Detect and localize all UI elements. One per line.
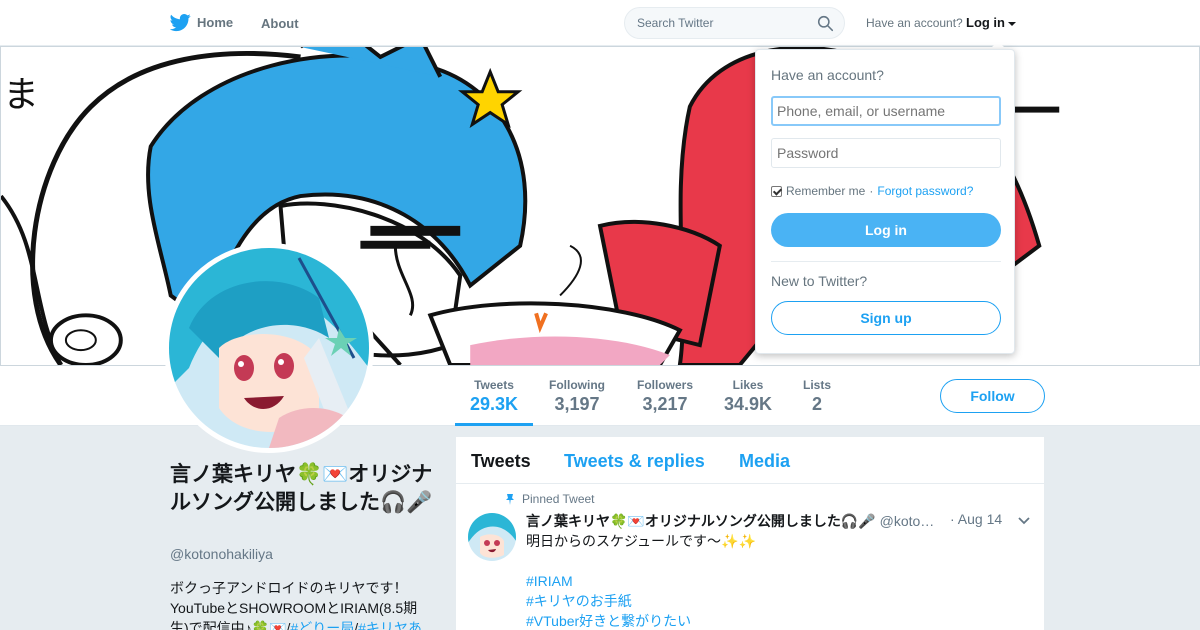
tweet-author-name[interactable]: 言ノ葉キリヤ🍀💌オリジナルソング公開しました🎧🎤	[526, 513, 876, 529]
profile-display-name: 言ノ葉キリヤ🍀💌オリジナルソング公開しました🎧🎤	[170, 463, 433, 514]
remember-separator: ·	[869, 184, 874, 198]
stat-tweets-label: Tweets	[474, 378, 514, 392]
tweet-hashtag-link[interactable]: #キリヤのお手紙	[526, 591, 1026, 611]
stat-following[interactable]: Following 3,197	[546, 378, 608, 415]
search-icon[interactable]	[817, 15, 834, 32]
caret-down-icon	[1008, 21, 1016, 26]
stat-tweets[interactable]: Tweets 29.3K	[470, 378, 518, 415]
forgot-password-link[interactable]: Forgot password?	[877, 184, 973, 198]
pinned-tweet-label: Pinned Tweet	[522, 492, 595, 506]
nav-home-link[interactable]: Home	[170, 12, 233, 33]
tweet-timestamp[interactable]: · Aug 14	[950, 511, 1002, 527]
bio-hashtag-link[interactable]: #どりー局	[290, 620, 354, 630]
stat-followers[interactable]: Followers 3,217	[635, 378, 695, 415]
tweet-hashtag-link[interactable]: #IRIAM	[526, 571, 1026, 591]
stat-followers-value: 3,217	[642, 394, 688, 414]
twitter-bird-icon	[170, 14, 191, 32]
chevron-down-icon[interactable]	[1018, 517, 1030, 525]
dropdown-divider	[771, 261, 1001, 262]
profile-avatar[interactable]	[164, 243, 374, 453]
profile-handle[interactable]: @kotonohakiliya	[170, 546, 273, 562]
stat-followers-label: Followers	[636, 378, 693, 392]
tab-tweets[interactable]: Tweets	[471, 451, 531, 472]
follow-button[interactable]: Follow	[940, 379, 1045, 413]
tweet-text: 明日からのスケジュールです～✨✨ #IRIAM #キリヤのお手紙 #VTuber…	[526, 531, 1026, 630]
login-dropdown: Have an account? Remember me · Forgot pa…	[755, 49, 1015, 354]
username-field[interactable]	[771, 96, 1001, 126]
timeline-tabs: Tweets Tweets & replies Media	[456, 437, 1044, 484]
stat-likes[interactable]: Likes 34.9K	[722, 378, 774, 415]
search-placeholder: Search Twitter	[637, 16, 714, 30]
tweet-hashtag-link[interactable]: #VTuber好きと繋がりたい	[526, 611, 1026, 630]
stat-likes-label: Likes	[732, 378, 764, 392]
timeline-panel: Tweets Tweets & replies Media Pinned Twe…	[456, 437, 1044, 630]
profile-bio: ボクっ子アンドロイドのキリヤです！ YouTubeとSHOWROOMとIRIAM…	[170, 578, 432, 630]
stat-following-label: Following	[549, 378, 605, 392]
stat-lists-value: 2	[811, 394, 822, 414]
new-to-twitter-text: New to Twitter?	[771, 273, 868, 289]
login-dropdown-title: Have an account?	[771, 67, 884, 83]
password-field[interactable]	[771, 138, 1001, 168]
remember-me-checkbox[interactable]	[771, 185, 782, 197]
tweet-header: 言ノ葉キリヤ🍀💌オリジナルソング公開しました🎧🎤 @koto…	[526, 511, 1006, 531]
svg-text:ま: ま	[3, 75, 39, 116]
login-menu-toggle[interactable]: Log in	[966, 15, 1016, 30]
tweet-author-handle[interactable]: @koto…	[880, 513, 935, 529]
bio-line: YouTubeとSHOWROOMとIRIAM(8.5期	[170, 600, 418, 616]
remember-me-label[interactable]: Remember me	[786, 184, 865, 198]
stat-lists-label: Lists	[802, 378, 831, 392]
nav-home-label: Home	[197, 15, 234, 30]
search-input[interactable]: Search Twitter	[624, 7, 845, 39]
tweet-avatar[interactable]	[468, 513, 516, 561]
login-menu-label: Log in	[966, 15, 1005, 30]
stat-tweets-value: 29.3K	[470, 394, 519, 414]
dropdown-arrow	[990, 41, 1006, 49]
tab-tweets-replies[interactable]: Tweets & replies	[564, 451, 705, 472]
active-stat-indicator	[455, 423, 533, 426]
stat-following-value: 3,197	[554, 394, 600, 414]
bio-line: ボクっ子アンドロイドのキリヤです！	[170, 580, 408, 596]
pinned-tweet-indicator: Pinned Tweet	[504, 492, 595, 506]
tweet-text-spacer	[526, 551, 1026, 571]
login-button[interactable]: Log in	[771, 213, 1001, 247]
tab-media[interactable]: Media	[739, 451, 790, 472]
nav-about-link[interactable]: About	[261, 16, 299, 31]
tweet-text-line: 明日からのスケジュールです～✨✨	[526, 533, 756, 549]
stat-likes-value: 34.9K	[723, 394, 773, 414]
remember-me-row: Remember me · Forgot password?	[771, 184, 973, 198]
pin-icon	[506, 494, 514, 505]
bio-line: 生)で配信中♪🍀💌/	[170, 620, 291, 630]
signup-button[interactable]: Sign up	[771, 301, 1001, 335]
top-navigation-bar: Home About Search Twitter Have an accoun…	[0, 0, 1200, 46]
have-account-text: Have an account?	[866, 16, 963, 30]
bio-hashtag-link[interactable]: #キリヤあ	[358, 620, 422, 630]
stat-lists[interactable]: Lists 2	[800, 378, 834, 415]
